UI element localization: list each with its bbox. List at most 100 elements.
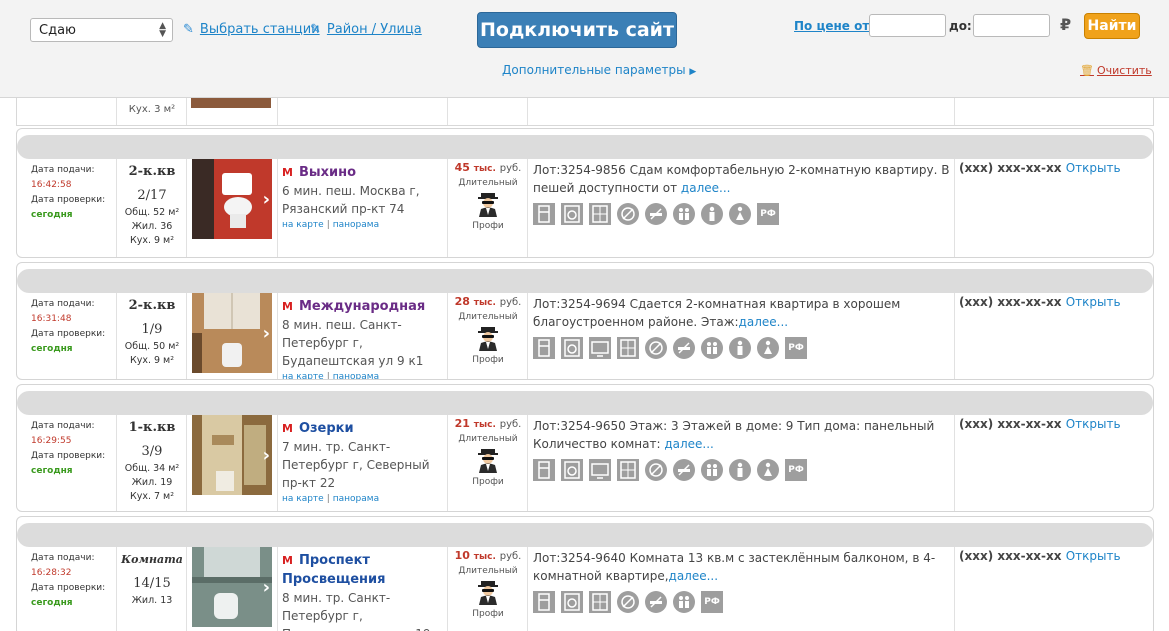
panorama-link[interactable]: панорама [333,494,379,504]
man-icon [729,459,751,481]
separator: | [326,494,330,504]
price-from-label[interactable]: По цене от: [794,19,874,33]
no-pets-icon [617,591,639,613]
check-date-label: Дата проверки: [31,451,106,461]
address: 6 мин. пеш. Москва г, Рязанский пр-кт 74 [282,184,420,216]
panorama-link[interactable]: панорама [333,220,379,230]
washer-icon [561,337,583,359]
metro-station-link[interactable]: Выхино [299,165,356,180]
more-link[interactable]: далее... [669,569,719,583]
open-phone-link[interactable]: Открыть [1066,295,1121,309]
agent-type: Профи [472,609,504,619]
listing-header-bar [17,269,1153,293]
rent-term: Длительный [458,434,518,444]
listing-photo[interactable]: › [192,293,272,373]
window-icon [589,591,611,613]
price: 45 тыс. руб. [454,161,522,174]
metro-station-link[interactable]: Международная [299,299,425,314]
listing-description: Лот:3254-9640 Комната 13 кв.м с застеклё… [533,551,936,583]
more-link[interactable]: далее... [664,437,714,451]
submit-time: 16:42:58 [31,180,72,190]
listing-photo-image [192,415,272,495]
price-from-input[interactable] [869,14,946,37]
amenities-icons: РФ [533,459,953,481]
agent-spy-icon [478,327,498,351]
chevron-right-icon[interactable]: › [263,189,270,210]
area-value: Жил. 36 [131,221,173,232]
dates-column: Дата подачи: 16:31:48 Дата проверки: сег… [31,297,121,357]
price-column: 45 тыс. руб. Длительный Профи [449,161,527,233]
on-map-link[interactable]: на карте [282,220,324,230]
pencil-icon: ✎ [310,22,321,37]
listing-row: Дата подачи: 16:28:32 Дата проверки: сег… [17,547,1153,631]
find-button[interactable]: Найти [1084,13,1140,39]
area-value: Общ. 52 м² [124,207,180,218]
district-street-link[interactable]: ✎ Район / Улица [310,22,422,37]
fridge-icon [533,591,555,613]
on-map-link[interactable]: на карте [282,494,324,504]
no-pets-icon [645,459,667,481]
panorama-link[interactable]: панорама [333,372,379,379]
ruble-icon: ₽ [1060,15,1072,34]
listing-description: Лот:3254-9694 Сдается 2-комнатная кварти… [533,297,901,329]
area-value: Жил. 13 [131,595,173,606]
trash-icon: 🗑 [1080,64,1094,77]
listing-photo[interactable]: › [192,547,272,627]
agent-type: Профи [472,355,504,365]
woman-icon [757,459,779,481]
open-phone-link[interactable]: Открыть [1066,549,1121,563]
tv-icon [589,337,611,359]
chevron-right-icon[interactable]: › [263,577,270,598]
listing-photo[interactable]: › [192,415,272,495]
connect-site-button[interactable]: Подключить сайт [477,12,677,48]
price-to-input[interactable] [973,14,1050,37]
dates-column: Дата подачи: 16:28:32 Дата проверки: сег… [31,551,121,611]
area-value: Кух. 9 м² [129,235,175,246]
agent-type: Профи [472,477,504,487]
listing-photo-image [192,159,272,239]
rooms-count: 2-к.кв [128,164,176,179]
price: 10 тыс. руб. [454,549,522,562]
more-link[interactable]: далее... [739,315,789,329]
location-column: М Озерки 7 мин. тр. Санкт-Петербург г, Се… [282,419,447,506]
extra-params-link[interactable]: Дополнительные параметры ▶ [502,63,696,77]
listing-header-bar [17,135,1153,159]
description-column: Лот:3254-9694 Сдается 2-комнатная кварти… [533,295,953,359]
submit-time: 16:28:32 [31,568,72,578]
chevron-right-icon[interactable]: › [263,323,270,344]
washer-icon [561,591,583,613]
clear-link[interactable]: 🗑 Очистить [1080,64,1152,77]
floor: 14/15 [133,576,171,591]
no-smoking-icon [673,459,695,481]
description-column: Лот:3254-9650 Этаж: 3 Этажей в доме: 9 Т… [533,417,953,481]
listing-photo[interactable] [191,98,271,108]
on-map-link[interactable]: на карте [282,372,324,379]
chevron-right-icon[interactable]: › [263,445,270,466]
check-date: сегодня [31,598,73,608]
choose-stations-link[interactable]: ✎ Выбрать станции [183,22,320,37]
man-icon [729,337,751,359]
areas-list: Общ. 34 м² Жил. 19 Кух. 7 м² [117,462,187,503]
deal-type-select[interactable]: Сдаю ▲ ▼ [30,18,173,42]
more-link[interactable]: далее... [681,181,731,195]
check-date: сегодня [31,344,73,354]
rooms-count: Комната [121,553,183,566]
listing-row: Дата подачи: 16:29:55 Дата проверки: сег… [17,415,1153,511]
metro-station-link[interactable]: Проспект Просвещения [282,553,386,587]
check-date-label: Дата проверки: [31,329,106,339]
areas-list: Жил. 13 [117,594,187,607]
apartment-column: 2-к.кв 1/9 Общ. 50 м² Кух. 9 м² [117,297,187,367]
metro-station-link[interactable]: Озерки [299,421,354,436]
price-column: 10 тыс. руб. Длительный Профи [449,549,527,621]
listing-photo[interactable]: › [192,159,272,239]
listing-header-bar [17,391,1153,415]
check-date-label: Дата проверки: [31,583,106,593]
address: 8 мин. тр. Санкт-Петербург г, Придорожна… [282,591,430,631]
open-phone-link[interactable]: Открыть [1066,417,1121,431]
rf-icon: РФ [785,459,807,481]
fridge-icon [533,337,555,359]
listing-card: Дата подачи: 16:42:58 Дата проверки: сег… [16,128,1154,258]
floor: 2/17 [137,188,167,203]
description-column: Лот:3254-9640 Комната 13 кв.м с застеклё… [533,549,953,613]
open-phone-link[interactable]: Открыть [1066,161,1121,175]
